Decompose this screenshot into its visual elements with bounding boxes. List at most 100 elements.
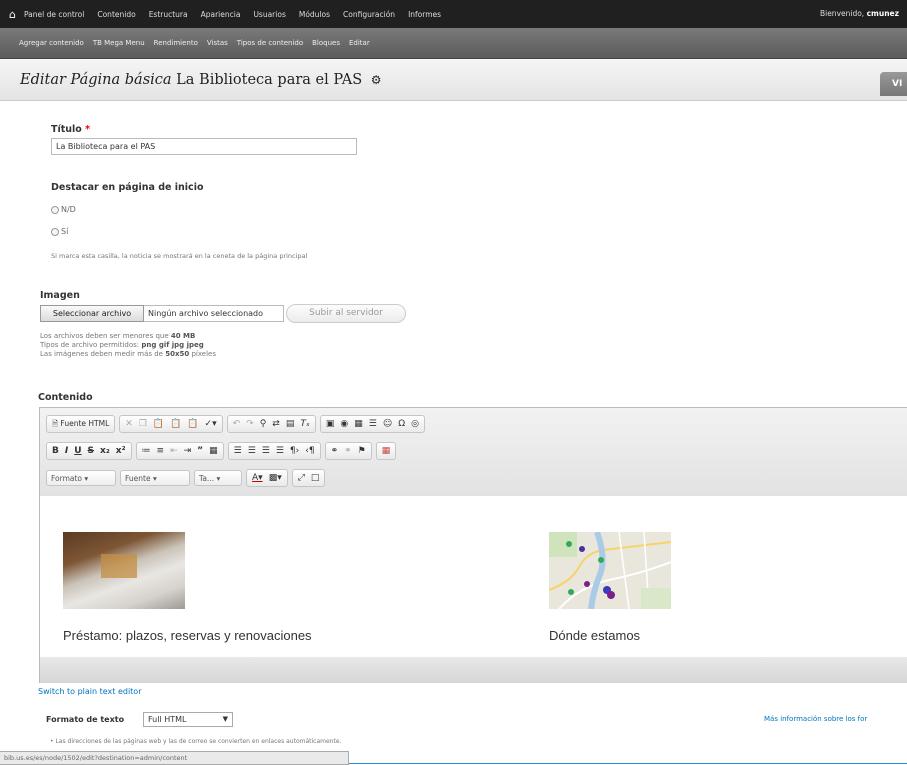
anchor-icon[interactable]: ⚑: [358, 443, 366, 459]
page-title-italic: Editar Página básica: [20, 72, 172, 88]
paste-word-icon[interactable]: 📋: [187, 416, 198, 432]
shortcut-tipos-contenido[interactable]: Tipos de contenido: [237, 39, 303, 47]
unlink-icon[interactable]: ⚭: [344, 443, 352, 459]
hint-dim-suffix: píxeles: [191, 350, 216, 358]
toolbar-item-configuracion[interactable]: Configuración: [343, 10, 395, 19]
radio-label-si: Sí: [61, 227, 69, 236]
toolbar-item-usuarios[interactable]: Usuarios: [253, 10, 285, 19]
italic-icon[interactable]: I: [65, 443, 68, 459]
blockquote-icon[interactable]: ”: [197, 443, 203, 459]
div-icon[interactable]: ▦: [209, 443, 218, 459]
flash-icon[interactable]: ◉: [340, 416, 348, 432]
underline-icon[interactable]: U: [74, 443, 81, 459]
shortcut-agregar-contenido[interactable]: Agregar contenido: [19, 39, 84, 47]
undo-icon[interactable]: ↶: [233, 416, 241, 432]
font-combo[interactable]: Fuente ▾: [120, 470, 190, 486]
show-blocks-icon[interactable]: □: [311, 470, 320, 486]
bold-icon[interactable]: B: [52, 443, 59, 459]
source-button[interactable]: 🗎 Fuente HTML: [52, 416, 109, 432]
toolbar-row-2: B I U S x₂ x² ≔ ≡ ⇤ ⇥ ” ▦ ☰ ☰ ☰ ☰ ¶› ‹¶ …: [46, 442, 400, 460]
table-icon[interactable]: ▦: [354, 416, 363, 432]
radio-option-si[interactable]: Sí: [51, 227, 68, 236]
radio-button[interactable]: [51, 205, 59, 214]
paste-text-icon[interactable]: 📋: [170, 416, 181, 432]
caption-prestamo: Préstamo: plazos, reservas y renovacione…: [63, 628, 312, 643]
text-color-icon[interactable]: A▾: [252, 470, 263, 486]
editor-content[interactable]: Préstamo: plazos, reservas y renovacione…: [40, 496, 907, 657]
user-link[interactable]: cmunez: [867, 9, 899, 18]
hint-dim-value: 50x50: [165, 350, 190, 358]
format-combo[interactable]: Formato ▾: [46, 470, 116, 486]
choose-file-button[interactable]: Seleccionar archivo: [40, 305, 144, 322]
smiley-icon[interactable]: ☺: [383, 416, 392, 432]
welcome-prefix: Bienvenido,: [819, 9, 865, 18]
divider: [349, 763, 907, 764]
toolbar-item-informes[interactable]: Informes: [408, 10, 441, 19]
align-center-icon[interactable]: ☰: [248, 443, 256, 459]
redo-icon[interactable]: ↷: [246, 416, 254, 432]
editor-resize-bar[interactable]: [40, 657, 907, 683]
shortcut-vistas[interactable]: Vistas: [207, 39, 228, 47]
replace-icon[interactable]: ⇄: [272, 416, 280, 432]
shortcut-rendimiento[interactable]: Rendimiento: [154, 39, 198, 47]
align-left-icon[interactable]: ☰: [234, 443, 242, 459]
ltr-icon[interactable]: ¶›: [290, 443, 299, 459]
justify-icon[interactable]: ☰: [276, 443, 284, 459]
format-combo-label: Formato: [51, 474, 83, 483]
switch-plain-text-link[interactable]: Switch to plain text editor: [38, 687, 141, 696]
toolbar-item-estructura[interactable]: Estructura: [149, 10, 188, 19]
mega-group: ▦: [375, 442, 397, 460]
link-icon[interactable]: ⚭: [331, 443, 339, 459]
shortcut-editar[interactable]: Editar: [349, 39, 370, 47]
subscript-icon[interactable]: x₂: [100, 443, 110, 459]
more-info-link[interactable]: Más información sobre los for: [764, 715, 867, 723]
outdent-icon[interactable]: ⇤: [170, 443, 178, 459]
remove-format-icon[interactable]: Tₓ: [300, 416, 310, 432]
radio-label-nd: N/D: [61, 205, 76, 214]
tools-group: ⤢ □: [291, 469, 326, 487]
special-char-icon[interactable]: Ω: [398, 416, 405, 432]
size-combo[interactable]: Ta... ▾: [194, 470, 242, 486]
numbered-list-icon[interactable]: ≔: [142, 443, 151, 459]
find-icon[interactable]: ⚲: [260, 416, 267, 432]
cut-icon[interactable]: ✕: [125, 416, 133, 432]
toolbar-item-contenido[interactable]: Contenido: [97, 10, 135, 19]
bulleted-list-icon[interactable]: ≡: [157, 443, 165, 459]
align-right-icon[interactable]: ☰: [262, 443, 270, 459]
toolbar-item-modulos[interactable]: Módulos: [299, 10, 330, 19]
file-name-display: Ningún archivo seleccionado: [144, 305, 284, 322]
format-select[interactable]: Full HTML ▼: [143, 712, 233, 727]
select-all-icon[interactable]: ▤: [286, 416, 295, 432]
titulo-input[interactable]: [51, 138, 357, 155]
spellcheck-icon[interactable]: ✓▾: [205, 416, 217, 432]
upload-button[interactable]: Subir al servidor: [286, 304, 406, 323]
shortcut-bloques[interactable]: Bloques: [312, 39, 340, 47]
home-icon[interactable]: ⌂: [9, 8, 16, 21]
required-mark: *: [85, 124, 91, 135]
radio-option-nd[interactable]: N/D: [51, 205, 76, 214]
indent-icon[interactable]: ⇥: [184, 443, 192, 459]
tab-view[interactable]: VI: [880, 72, 907, 96]
paste-icon[interactable]: 📋: [153, 416, 164, 432]
shortcut-tb-mega-menu[interactable]: TB Mega Menu: [93, 39, 145, 47]
hint-size-value: 40 MB: [170, 332, 196, 340]
toolbar-item-panel[interactable]: Panel de control: [24, 10, 84, 19]
undo-group: ↶ ↷ ⚲ ⇄ ▤ Tₓ: [226, 415, 316, 433]
caption-donde-estamos: Dónde estamos: [549, 628, 641, 643]
maximize-icon[interactable]: ⤢: [298, 470, 305, 486]
align-group: ☰ ☰ ☰ ☰ ¶› ‹¶: [227, 442, 321, 460]
gear-icon[interactable]: ⚙: [371, 73, 382, 87]
image-icon[interactable]: ▣: [326, 416, 335, 432]
toolbar-item-apariencia[interactable]: Apariencia: [201, 10, 241, 19]
iframe-icon[interactable]: ◎: [411, 416, 419, 432]
rtl-icon[interactable]: ‹¶: [305, 443, 314, 459]
copy-icon[interactable]: ❐: [139, 416, 147, 432]
bg-color-icon[interactable]: ▩▾: [269, 470, 282, 486]
titulo-label: Título *: [51, 124, 90, 135]
radio-button[interactable]: [51, 227, 59, 236]
superscript-icon[interactable]: x²: [116, 443, 126, 459]
source-button-label: Fuente HTML: [60, 419, 110, 428]
strike-icon[interactable]: S: [88, 443, 94, 459]
mega-icon[interactable]: ▦: [382, 443, 391, 459]
horizontal-rule-icon[interactable]: ☰: [369, 416, 377, 432]
